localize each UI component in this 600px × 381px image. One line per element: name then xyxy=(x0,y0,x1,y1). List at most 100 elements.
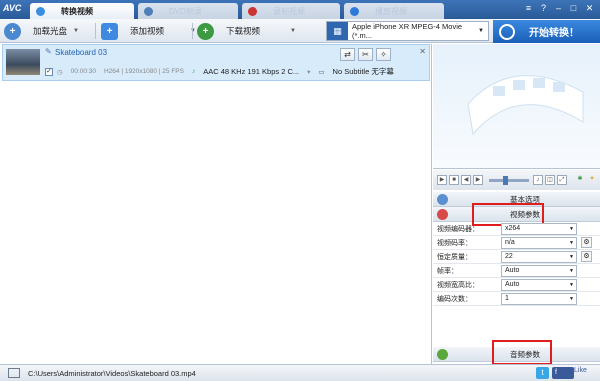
profile-icon: ▦ xyxy=(327,22,348,40)
close-icon[interactable]: ✕ xyxy=(419,47,426,56)
title-bar: AVC 转换视频 DVD刻录 录制视频 播放视频 ≡ ? – □ ✕ xyxy=(0,0,600,19)
edit-name-icon[interactable]: ✎ xyxy=(45,48,53,56)
prev-frame-icon[interactable]: ◀ xyxy=(461,175,471,185)
tab-label: 播放视频 xyxy=(375,6,407,16)
param-value: 1 xyxy=(505,295,509,302)
effects-icon[interactable]: ✧ xyxy=(376,48,391,61)
chevron-down-icon: ▼ xyxy=(569,253,574,260)
param-row-quality: 恒定质量： 22 ▼ ⚙ xyxy=(433,250,600,264)
download-video-button[interactable]: + 下载视频 ▼ xyxy=(197,21,296,41)
basic-options-icon xyxy=(437,193,448,205)
param-value: 22 xyxy=(505,253,513,260)
passes-select[interactable]: 1 ▼ xyxy=(501,292,577,305)
close-button[interactable]: ✕ xyxy=(584,3,595,14)
play-icon[interactable]: ▶ xyxy=(437,175,447,185)
refresh-icon xyxy=(499,23,515,40)
chevron-down-icon[interactable]: ▾ xyxy=(307,68,310,76)
maximize-button[interactable]: □ xyxy=(568,3,579,14)
swap-icon[interactable]: ⇄ xyxy=(340,48,355,61)
video-options-icon xyxy=(437,208,448,220)
volume-icon[interactable]: ♪ xyxy=(533,175,543,185)
add-disc-button[interactable]: + 加载光盘 ▼ xyxy=(4,21,79,41)
file-row[interactable]: ✎ Skateboard 03 ⇄ ✂ ✧ ✕ ✓ ◷ 00:00:30 H26… xyxy=(2,44,430,81)
minimize-button[interactable]: – xyxy=(553,3,564,14)
app-logo: AVC xyxy=(3,3,22,13)
convert-video-icon xyxy=(36,6,45,16)
tab-label: DVD刻录 xyxy=(169,6,202,16)
subtitle-select[interactable]: No Subtitle 无字幕 xyxy=(333,66,394,77)
param-row-framerate: 帧率： Auto ▼ xyxy=(433,264,600,278)
twitter-icon[interactable]: t xyxy=(536,367,549,379)
convert-label: 开始转换！ xyxy=(529,28,579,39)
video-thumbnail xyxy=(6,49,40,75)
chevron-down-icon: ▼ xyxy=(569,225,574,232)
chevron-down-icon: ▼ xyxy=(569,295,574,302)
seek-handle[interactable] xyxy=(503,175,508,185)
snapshot-icon[interactable]: ◫ xyxy=(545,175,555,185)
subtitle-icon: ▭ xyxy=(318,68,325,76)
output-profile-select[interactable]: ▦ Apple iPhone XR MPEG-4 Movie (*.m... ▼ xyxy=(326,21,489,41)
tools-icon[interactable]: ✱ xyxy=(575,175,585,185)
disc-icon xyxy=(144,6,153,16)
param-label: 帧率： xyxy=(437,267,458,275)
convert-button[interactable]: 开始转换！ xyxy=(493,20,600,43)
next-frame-icon[interactable]: ▶ xyxy=(473,175,483,185)
param-value: Auto xyxy=(505,267,520,274)
fullscreen-icon[interactable]: ⤢ xyxy=(557,175,567,185)
file-path: C:\Users\Administrator\Videos\Skateboard… xyxy=(28,368,196,378)
tab-play-video[interactable]: 播放视频 xyxy=(344,3,444,19)
bitrate-select[interactable]: n/a ▼ xyxy=(501,236,577,249)
chevron-down-icon[interactable]: ▼ xyxy=(73,28,79,34)
chevron-down-icon: ▼ xyxy=(569,281,574,288)
cut-icon[interactable]: ✂ xyxy=(358,48,373,61)
gear-icon[interactable]: ⚙ xyxy=(581,251,592,262)
audio-options-icon xyxy=(437,348,448,360)
file-duration: 00:00:30 xyxy=(70,68,96,75)
tab-convert-video[interactable]: 转换视频 xyxy=(30,3,134,19)
param-row-encoder: 视频编码器： x264 ▼ xyxy=(433,222,600,236)
param-label: 恒定质量： xyxy=(437,253,472,261)
param-value: Auto xyxy=(505,281,520,288)
help-icon[interactable]: ? xyxy=(538,3,549,14)
gear-icon[interactable]: ⚙ xyxy=(581,237,592,248)
param-label: 视频编码器： xyxy=(437,225,479,233)
download-globe-icon: + xyxy=(197,22,214,40)
encoder-select[interactable]: x264 ▼ xyxy=(501,222,577,235)
file-codec: H264 | 1920x1080 | 25 FPS xyxy=(103,68,184,75)
seek-slider[interactable] xyxy=(489,175,529,185)
audio-track-select[interactable]: AAC 48 KHz 191 Kbps 2 C... xyxy=(203,67,299,76)
audio-icon: ♪ xyxy=(191,68,196,75)
param-label: 视频宽高比： xyxy=(437,281,479,289)
highlight-box xyxy=(492,340,552,365)
tab-record-video[interactable]: 录制视频 xyxy=(242,3,340,19)
wand-icon[interactable]: ✦ xyxy=(587,175,597,185)
aspect-select[interactable]: Auto ▼ xyxy=(501,278,577,291)
param-label: 视频码率： xyxy=(437,239,472,247)
param-value: x264 xyxy=(505,225,521,232)
param-label: 编码次数： xyxy=(437,295,472,303)
add-disc-label: 加载光盘 xyxy=(33,26,68,36)
like-label[interactable]: Like xyxy=(574,367,587,374)
chevron-down-icon[interactable]: ▼ xyxy=(290,28,296,34)
file-checkbox[interactable]: ✓ xyxy=(45,67,53,76)
quality-select[interactable]: 22 ▼ xyxy=(501,250,577,263)
add-video-label: 添加视频 xyxy=(130,26,165,36)
add-video-icon: + xyxy=(101,22,118,40)
film-strip-icon xyxy=(467,75,584,136)
divider xyxy=(192,23,193,39)
add-video-button[interactable]: + 添加视频 ▼ xyxy=(101,21,196,41)
menu-icon[interactable]: ≡ xyxy=(523,3,534,14)
record-icon xyxy=(248,6,257,16)
file-name: Skateboard 03 xyxy=(55,48,108,57)
tab-dvd-burn[interactable]: DVD刻录 xyxy=(138,3,238,19)
divider xyxy=(95,23,96,39)
output-folder-icon[interactable] xyxy=(8,368,20,378)
facebook-icon: f xyxy=(555,369,557,376)
chevron-down-icon: ▼ xyxy=(478,28,484,34)
status-bar: C:\Users\Administrator\Videos\Skateboard… xyxy=(0,364,600,381)
param-value: n/a xyxy=(505,239,515,246)
stop-icon[interactable]: ■ xyxy=(449,175,459,185)
framerate-select[interactable]: Auto ▼ xyxy=(501,264,577,277)
add-disc-icon: + xyxy=(4,22,21,40)
facebook-like-button[interactable]: f xyxy=(552,367,574,379)
